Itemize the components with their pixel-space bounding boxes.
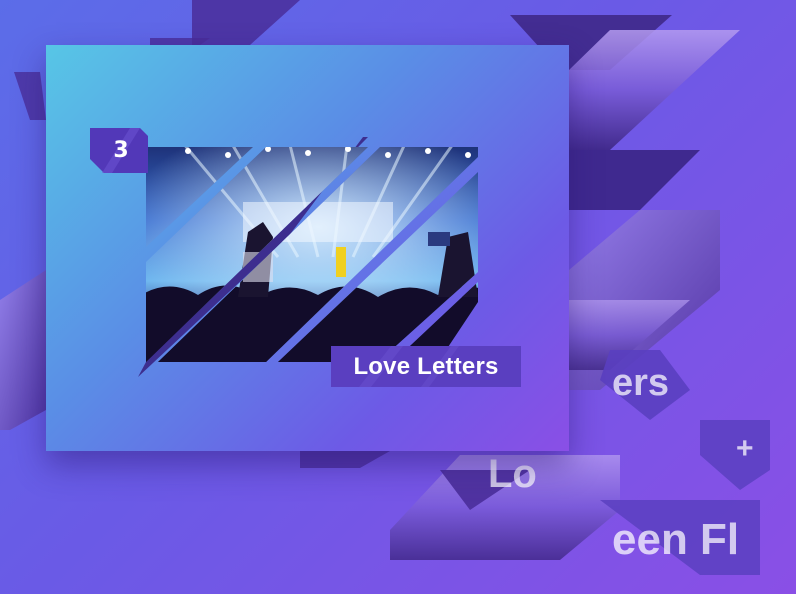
bg-strip-10 — [14, 72, 46, 120]
card-number: 3 — [113, 138, 129, 163]
ghost-text-4: + — [736, 432, 754, 465]
card-title: Love Letters — [353, 352, 499, 380]
ghost-text-1: ers — [612, 362, 670, 404]
concert-photo — [138, 137, 478, 377]
ghost-text-2: Lo — [488, 452, 537, 496]
bg-strip-11 — [0, 270, 46, 430]
featured-card[interactable]: 3 Love Letters — [46, 45, 569, 451]
bg-strip-1 — [569, 30, 740, 150]
bg-strip-13 — [150, 38, 210, 45]
ghost-text-3: een Fl — [612, 515, 740, 564]
title-tag: Love Letters — [331, 346, 521, 387]
bg-strip-2 — [569, 150, 700, 210]
bg-strip-12 — [300, 451, 390, 468]
bg-strip-6 — [700, 420, 770, 490]
